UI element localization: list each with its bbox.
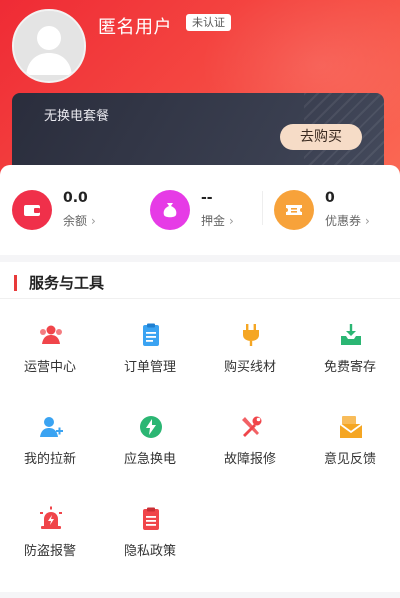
tool-label: 故障报修 — [223, 452, 276, 467]
coupon-icon — [274, 190, 314, 230]
services-tools-section: 服务与工具 运营中心 订单管理 购买线材 免费寄存 我的拉新 应急换电 故障报修… — [0, 262, 400, 592]
tool-fault-report[interactable]: 故障报修 — [200, 414, 300, 484]
money-bag-icon — [150, 190, 190, 230]
tool-emergency-swap[interactable]: 应急换电 — [100, 414, 200, 484]
tool-label: 防盗报警 — [23, 544, 76, 559]
coupon-label: 优惠券 › — [325, 214, 370, 228]
feedback-envelope-icon — [339, 416, 363, 438]
chevron-right-icon: › — [91, 214, 96, 228]
deposit-label: 押金 › — [201, 214, 234, 228]
tool-operations-center[interactable]: 运营中心 — [0, 322, 100, 392]
tool-buy-cables[interactable]: 购买线材 — [200, 322, 300, 392]
wallet-icon — [12, 190, 52, 230]
tool-order-management[interactable]: 订单管理 — [100, 322, 200, 392]
tool-label: 订单管理 — [123, 360, 176, 375]
verify-status-badge[interactable]: 未认证 — [186, 14, 231, 31]
stats-divider — [262, 191, 263, 225]
tool-label: 隐私政策 — [123, 544, 176, 559]
package-title: 无换电套餐 — [44, 109, 110, 124]
add-user-icon — [40, 417, 63, 437]
tool-my-referrals[interactable]: 我的拉新 — [0, 414, 100, 484]
tool-privacy-policy[interactable]: 隐私政策 — [100, 506, 200, 576]
tool-label: 意见反馈 — [323, 452, 376, 467]
buy-button[interactable]: 去购买 — [280, 124, 362, 150]
tool-free-storage[interactable]: 免费寄存 — [300, 322, 400, 392]
tools-icon — [242, 416, 262, 437]
stat-coupons[interactable]: 0 优惠券 › — [274, 187, 392, 233]
tool-label: 应急换电 — [123, 452, 176, 467]
deposit-value: -- — [201, 190, 213, 206]
balance-value: 0.0 — [63, 190, 88, 206]
chevron-right-icon: › — [229, 214, 234, 228]
document-icon — [143, 507, 159, 530]
lightning-icon — [140, 416, 162, 438]
tool-label: 我的拉新 — [23, 452, 76, 467]
username: 匿名用户 — [98, 17, 172, 38]
balance-label: 余额 › — [63, 214, 96, 228]
plug-icon — [243, 324, 259, 346]
users-icon — [40, 325, 62, 344]
clipboard-icon — [143, 323, 159, 346]
tool-label: 免费寄存 — [323, 360, 376, 375]
avatar[interactable] — [12, 9, 86, 83]
stat-deposit[interactable]: -- 押金 › — [150, 187, 260, 233]
tray-download-icon — [341, 324, 361, 345]
alarm-icon — [40, 506, 62, 529]
tool-feedback[interactable]: 意见反馈 — [300, 414, 400, 484]
stat-balance[interactable]: 0.0 余额 › — [12, 187, 122, 233]
coupon-value: 0 — [325, 190, 335, 206]
default-avatar-icon — [14, 11, 84, 81]
tool-anti-theft-alarm[interactable]: 防盗报警 — [0, 506, 100, 576]
tool-label: 购买线材 — [223, 360, 276, 375]
chevron-right-icon: › — [365, 214, 370, 228]
tool-label: 运营中心 — [23, 360, 76, 375]
section-divider — [0, 298, 400, 299]
section-title: 服务与工具 — [14, 275, 104, 291]
account-stats: 0.0 余额 › -- 押金 › 0 优惠券 › — [0, 165, 400, 255]
